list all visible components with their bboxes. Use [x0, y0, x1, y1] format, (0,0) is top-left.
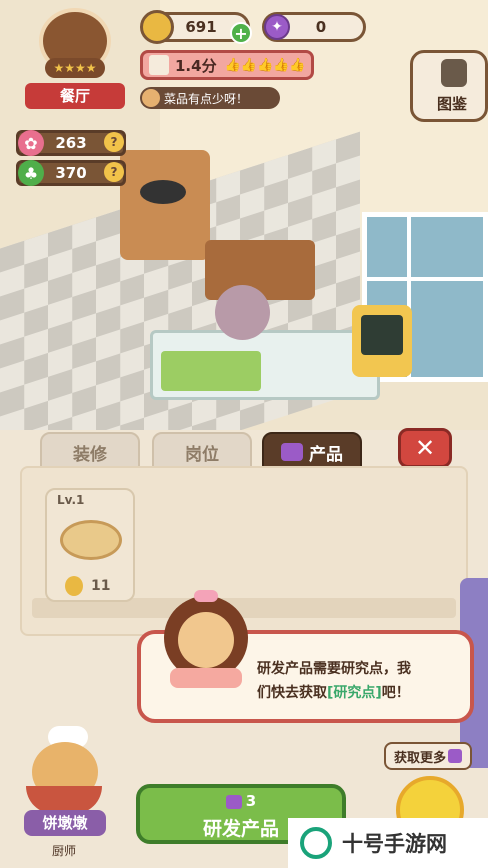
watermark-logo-icon [300, 827, 332, 859]
guide-hamster-girl [160, 590, 252, 690]
add-gold-plus-icon[interactable]: + [230, 22, 252, 44]
hint-text: 菜品有点少呀！ [164, 91, 249, 106]
frying-pan [140, 180, 186, 204]
clover-amount: 370 [55, 164, 87, 182]
tab-products-label: 产品 [309, 444, 343, 465]
chalkboard-surface [361, 315, 403, 355]
pink-bow-icon [194, 590, 218, 602]
site-watermark: 十号手游网 [288, 818, 488, 868]
counter-tablecloth [161, 351, 261, 391]
close-icon[interactable]: ✕ [398, 428, 452, 468]
stars-rating: ★★★★ [45, 58, 105, 78]
research-cost: 3 [245, 792, 257, 810]
face [178, 612, 234, 668]
flower-amount: 263 [55, 134, 87, 152]
catalog-label: 图鉴 [436, 95, 467, 113]
clover-help-icon[interactable]: ? [104, 162, 124, 182]
product-price: 11 [91, 578, 111, 594]
purple-gem-cost-icon [225, 794, 242, 809]
gold-amount: 691 [185, 18, 217, 36]
price-coin-icon [65, 576, 83, 596]
purple-gem-icon: ✦ [264, 14, 290, 40]
product-card[interactable]: Lv.1 11 [45, 488, 135, 602]
catalog-button[interactable]: 图鉴 [410, 50, 488, 122]
thumbs-icon: 👍👍👍👍👍 [224, 57, 306, 73]
clover-icon: ♣ [18, 160, 44, 186]
get-more-label-box[interactable]: 获取更多 [384, 742, 472, 770]
research-points-link[interactable]: [研究点] [327, 685, 382, 701]
dialog-line-2-a: 们快去获取 [257, 685, 327, 701]
chef-card[interactable]: 饼墩墩 厨师 [18, 726, 110, 868]
dialog-line-1: 研发产品需要研究点，我 [257, 661, 411, 677]
scroll-icon [149, 55, 169, 75]
product-basket-icon [281, 443, 303, 461]
chef-role: 厨师 [51, 844, 76, 858]
restaurant-ribbon: 餐厅 [25, 83, 125, 109]
flower-help-icon[interactable]: ? [104, 132, 124, 152]
get-more-label: 获取更多 [393, 750, 446, 766]
dumpling-dish-icon [60, 520, 122, 560]
dialog-line-2-b: 吧！ [381, 685, 410, 701]
stove[interactable] [120, 150, 210, 260]
chef-name-banner: 饼墩墩 [24, 810, 106, 836]
restaurant-badge[interactable]: ★★★★ 餐厅 [25, 0, 125, 112]
rating-bar[interactable]: 1.4分 👍👍👍👍👍 [140, 50, 314, 80]
service-counter[interactable] [150, 330, 380, 400]
lock-icon [441, 59, 467, 87]
dialog-line-2: 们快去获取[研究点]吧！ [257, 682, 410, 702]
product-level: Lv.1 [57, 493, 85, 507]
hamster-waiter[interactable] [215, 285, 270, 340]
dress [170, 668, 242, 688]
hamster-face-icon [142, 89, 160, 107]
gold-coin-icon [140, 10, 174, 44]
menu-chalkboard[interactable] [352, 305, 412, 377]
watermark-text: 十号手游网 [342, 832, 447, 856]
gem-small-icon [448, 749, 462, 763]
gem-amount: 0 [315, 18, 327, 36]
rating-label: 1.4分 [175, 56, 217, 75]
hint-bubble: 菜品有点少呀！ [140, 87, 280, 109]
pink-flower-icon: ✿ [18, 130, 44, 156]
research-cost-row: 3 [140, 792, 342, 810]
